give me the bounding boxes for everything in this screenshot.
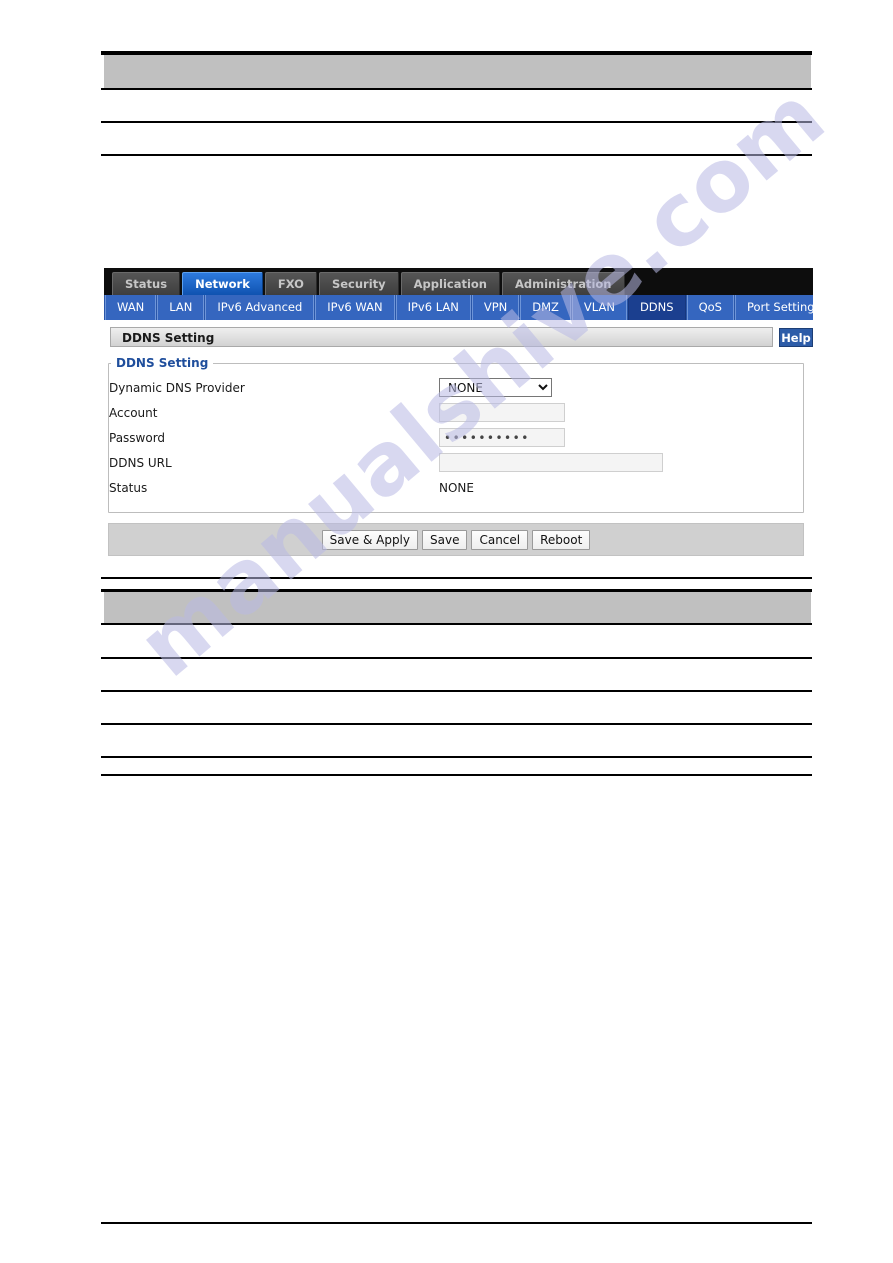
main-tab-bar: Status Network FXO Security Application … [104,268,813,295]
page-title-row: DDNS Setting Help [104,324,813,350]
cell-status: NONE [439,475,803,500]
sub-tab-ddns[interactable]: DDNS [627,295,686,320]
main-tab-security[interactable]: Security [318,272,399,295]
sub-tab-qos[interactable]: QoS [686,295,734,320]
cell-ddns-url [439,450,803,475]
main-tab-network[interactable]: Network [182,272,263,295]
form-row-password: Password [109,425,803,450]
label-ddns-url: DDNS URL [109,455,172,470]
label-dynamic-dns-provider: Dynamic DNS Provider [109,380,245,395]
cancel-button[interactable]: Cancel [471,529,529,550]
bottom-table-row-rule-5 [101,774,812,776]
ddns-url-input[interactable] [439,453,663,472]
main-tab-application[interactable]: Application [400,272,500,295]
bottom-table-header-bottom-rule [101,623,812,625]
page-title: DDNS Setting [110,327,773,347]
bottom-table-row-rule-2 [101,690,812,692]
save-button[interactable]: Save [422,529,468,550]
bottom-table-row-rule-1 [101,657,812,659]
sub-tab-wan[interactable]: WAN [105,295,157,320]
form-row-status: Status NONE [109,475,803,500]
main-tab-administration[interactable]: Administration [502,272,625,295]
cell-password [439,425,803,450]
form-row-account: Account [109,400,803,425]
button-bar: Save & Apply Save Cancel Reboot [108,523,804,556]
label-status: Status [109,480,148,495]
sub-tab-vlan[interactable]: VLAN [571,295,627,320]
bottom-table-row-rule-4 [101,756,812,758]
form-row-provider: Dynamic DNS Provider NONE [109,375,803,400]
main-tab-fxo[interactable]: FXO [264,272,317,295]
save-and-apply-button[interactable]: Save & Apply [321,529,418,550]
label-account: Account [109,405,158,420]
label-password: Password [109,430,166,445]
sub-tab-ipv6-lan[interactable]: IPv6 LAN [395,295,471,320]
top-table-row-rule-2 [101,154,812,156]
cell-account [439,400,803,425]
ui-content: DDNS Setting Help DDNS Setting Dynamic D… [104,320,813,556]
main-tab-status[interactable]: Status [112,272,181,295]
ddns-form-table: Dynamic DNS Provider NONE Account Passwo… [109,375,803,500]
sub-tab-bar: WAN LAN IPv6 Advanced IPv6 WAN IPv6 LAN … [104,295,813,320]
bottom-table-row-rule-3 [101,723,812,725]
reboot-button[interactable]: Reboot [532,529,591,550]
top-table-header-band [104,55,811,88]
top-table-row-rule-1 [101,121,812,123]
sub-tab-lan[interactable]: LAN [157,295,205,320]
bottom-table-header-band [104,592,811,623]
router-admin-ui: Status Network FXO Security Application … [104,268,813,556]
account-input[interactable] [439,403,565,422]
fieldset-legend: DDNS Setting [116,356,209,370]
form-row-ddns-url: DDNS URL [109,450,803,475]
bottom-table-top-rule [101,577,812,579]
footer-rule [101,1222,812,1224]
status-value: NONE [439,480,474,495]
top-table-header-bottom-rule [101,88,812,90]
sub-tab-dmz[interactable]: DMZ [520,295,571,320]
ddns-setting-fieldset: DDNS Setting Dynamic DNS Provider NONE A… [108,356,804,513]
watermark-layer: manualshive.com [0,0,893,1263]
sub-tab-ipv6-advanced[interactable]: IPv6 Advanced [205,295,315,320]
dynamic-dns-provider-select[interactable]: NONE [439,378,552,397]
password-input[interactable] [439,428,565,447]
sub-tab-vpn[interactable]: VPN [471,295,520,320]
cell-dynamic-dns-provider: NONE [439,375,803,400]
sub-tab-port-setting[interactable]: Port Setting [734,295,813,320]
help-button[interactable]: Help [779,327,813,347]
sub-tab-ipv6-wan[interactable]: IPv6 WAN [315,295,395,320]
document-page: Status Network FXO Security Application … [0,0,893,1263]
